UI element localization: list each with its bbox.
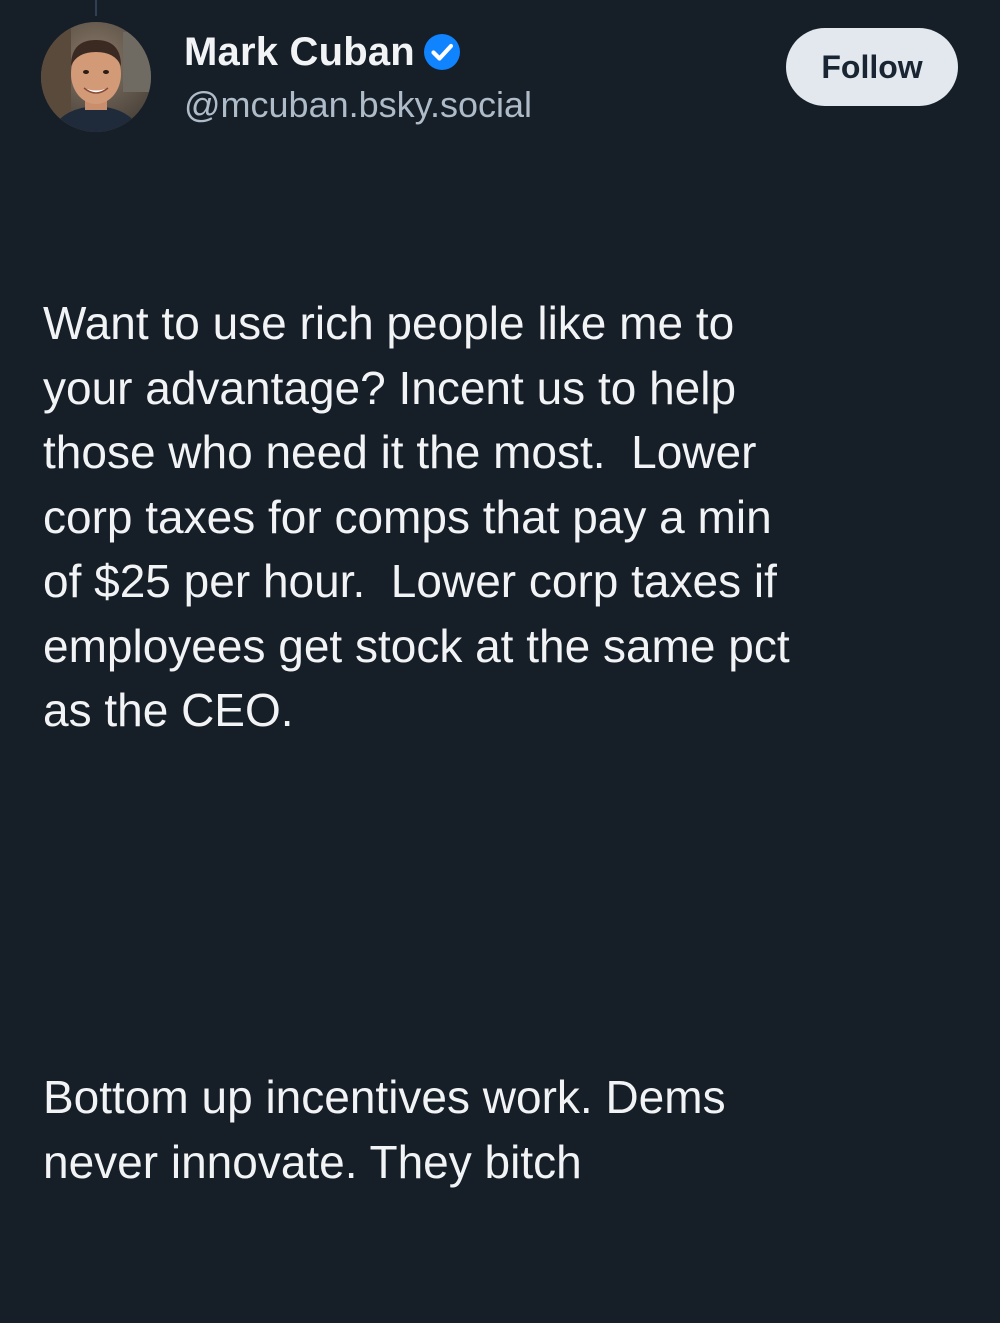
author-handle[interactable]: @mcuban.bsky.social [184,84,532,126]
avatar[interactable] [41,22,151,132]
follow-button[interactable]: Follow [786,28,958,106]
verified-check-icon[interactable] [423,33,461,71]
post-card: Mark Cuban @mcuban.bsky.social Follow Wa… [0,0,1000,1188]
author-name-row: Mark Cuban [184,26,532,78]
avatar-photo [41,22,151,132]
post-text-paragraph: Bottom up incentives work. Dems never in… [43,1071,726,1188]
author-info: Mark Cuban @mcuban.bsky.social [184,26,532,126]
post-text-paragraph: Want to use rich people like me to your … [43,297,790,736]
post-text: Want to use rich people like me to your … [43,162,963,1323]
author-display-name[interactable]: Mark Cuban [184,30,415,75]
